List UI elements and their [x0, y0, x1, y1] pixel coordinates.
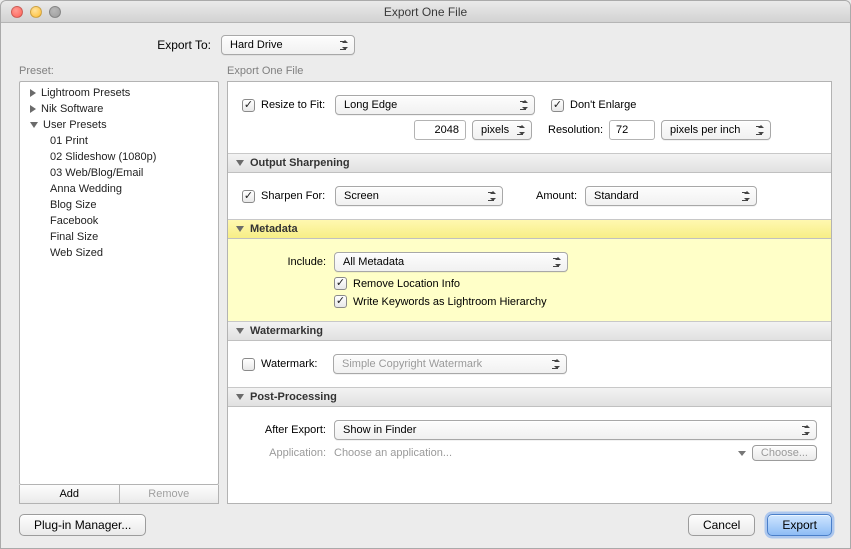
chevron-down-icon[interactable] — [738, 451, 746, 456]
export-to-value: Hard Drive — [230, 39, 283, 51]
resolution-label: Resolution: — [548, 124, 603, 136]
metadata-include-select[interactable]: All Metadata — [334, 252, 568, 272]
dont-enlarge-label: Don't Enlarge — [570, 99, 636, 111]
preset-item[interactable]: Blog Size — [20, 197, 218, 213]
minimize-icon[interactable] — [30, 6, 42, 18]
preset-header: Preset: — [19, 65, 219, 79]
preset-group-lightroom[interactable]: Lightroom Presets — [20, 85, 218, 101]
resize-label: Resize to Fit: — [261, 99, 335, 111]
settings-panels[interactable]: Resize to Fit: Long Edge Don't Enlarge 2… — [227, 81, 832, 504]
resize-mode-select[interactable]: Long Edge — [335, 95, 535, 115]
disclosure-down-icon — [236, 328, 244, 334]
add-preset-button[interactable]: Add — [20, 485, 119, 503]
preset-buttons: Add Remove — [19, 485, 219, 504]
sharpen-amount-select[interactable]: Standard — [585, 186, 757, 206]
preset-item[interactable]: 02 Slideshow (1080p) — [20, 149, 218, 165]
disclosure-down-icon — [30, 122, 38, 128]
resize-value-input[interactable]: 2048 — [414, 120, 466, 140]
preset-item[interactable]: Anna Wedding — [20, 181, 218, 197]
post-processing-body: After Export: Show in Finder Application… — [228, 407, 831, 474]
remove-location-label: Remove Location Info — [353, 278, 460, 290]
window-title: Export One File — [1, 5, 850, 19]
settings-header: Export One File — [227, 65, 832, 79]
sharpen-amount-label: Amount: — [531, 190, 585, 202]
output-sharpening-body: Sharpen For: Screen Amount: Standard — [228, 173, 831, 219]
metadata-include-label: Include: — [242, 256, 334, 268]
export-button[interactable]: Export — [767, 514, 832, 536]
write-keywords-checkbox[interactable] — [334, 295, 347, 308]
preset-group-nik[interactable]: Nik Software — [20, 101, 218, 117]
image-sizing-body: Resize to Fit: Long Edge Don't Enlarge 2… — [228, 82, 831, 153]
close-icon[interactable] — [11, 6, 23, 18]
sharpen-for-label: Sharpen For: — [261, 190, 335, 202]
sharpen-for-select[interactable]: Screen — [335, 186, 503, 206]
preset-group-user[interactable]: User Presets — [20, 117, 218, 133]
preset-column: Preset: Lightroom Presets Nik Software U… — [19, 65, 219, 504]
remove-preset-button: Remove — [119, 485, 219, 503]
content: Export To: Hard Drive Preset: Lightroom … — [1, 23, 850, 548]
columns: Preset: Lightroom Presets Nik Software U… — [19, 65, 832, 504]
sharpen-checkbox[interactable] — [242, 190, 255, 203]
watermarking-body: Watermark: Simple Copyright Watermark — [228, 341, 831, 387]
resize-unit-select[interactable]: pixels — [472, 120, 532, 140]
titlebar: Export One File — [1, 1, 850, 23]
metadata-header[interactable]: Metadata — [228, 219, 831, 239]
watermark-select: Simple Copyright Watermark — [333, 354, 567, 374]
preset-item[interactable]: Final Size — [20, 229, 218, 245]
preset-item[interactable]: Facebook — [20, 213, 218, 229]
application-placeholder: Choose an application... — [334, 447, 738, 459]
after-export-label: After Export: — [242, 424, 334, 436]
disclosure-down-icon — [236, 160, 244, 166]
watermark-label: Watermark: — [261, 358, 333, 370]
output-sharpening-header[interactable]: Output Sharpening — [228, 153, 831, 173]
traffic-lights — [1, 6, 61, 18]
preset-list[interactable]: Lightroom Presets Nik Software User Pres… — [19, 81, 219, 485]
footer: Plug-in Manager... Cancel Export — [19, 504, 832, 536]
resize-checkbox[interactable] — [242, 99, 255, 112]
remove-location-checkbox[interactable] — [334, 277, 347, 290]
settings-column: Export One File Resize to Fit: Long Edge… — [227, 65, 832, 504]
disclosure-right-icon — [30, 89, 36, 97]
cancel-button[interactable]: Cancel — [688, 514, 755, 536]
disclosure-right-icon — [30, 105, 36, 113]
preset-item[interactable]: 01 Print — [20, 133, 218, 149]
preset-item[interactable]: 03 Web/Blog/Email — [20, 165, 218, 181]
post-processing-header[interactable]: Post-Processing — [228, 387, 831, 407]
export-to-label: Export To: — [19, 38, 221, 52]
disclosure-down-icon — [236, 226, 244, 232]
export-to-select[interactable]: Hard Drive — [221, 35, 355, 55]
after-export-select[interactable]: Show in Finder — [334, 420, 817, 440]
preset-item[interactable]: Web Sized — [20, 245, 218, 261]
resolution-unit-select[interactable]: pixels per inch — [661, 120, 771, 140]
application-label: Application: — [242, 447, 334, 459]
resolution-input[interactable]: 72 — [609, 120, 655, 140]
watermark-checkbox[interactable] — [242, 358, 255, 371]
metadata-body: Include: All Metadata Remove Location In… — [228, 239, 831, 321]
zoom-icon — [49, 6, 61, 18]
export-window: Export One File Export To: Hard Drive Pr… — [0, 0, 851, 549]
dont-enlarge-checkbox[interactable] — [551, 99, 564, 112]
plugin-manager-button[interactable]: Plug-in Manager... — [19, 514, 146, 536]
write-keywords-label: Write Keywords as Lightroom Hierarchy — [353, 296, 547, 308]
export-to-row: Export To: Hard Drive — [19, 35, 832, 55]
choose-application-button[interactable]: Choose... — [752, 445, 817, 461]
disclosure-down-icon — [236, 394, 244, 400]
watermarking-header[interactable]: Watermarking — [228, 321, 831, 341]
